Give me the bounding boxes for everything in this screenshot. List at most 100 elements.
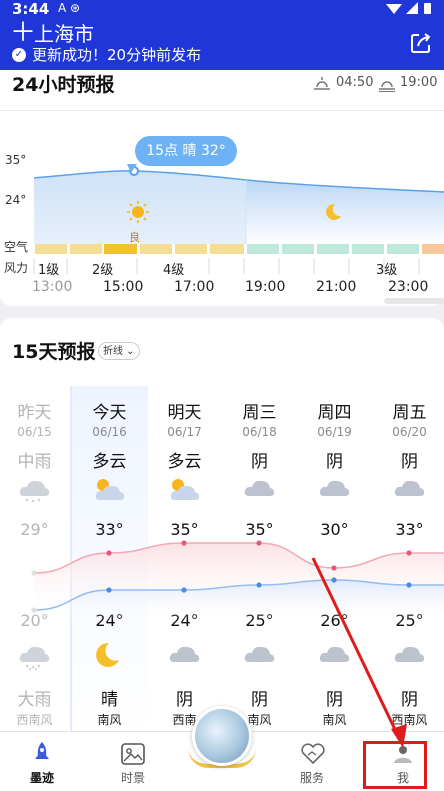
weather-app-screen: 3:44 A ⊛ ＋ 上海市 ✓ 更新成功！20分钟前发布 24小时预报 04:… [0,0,444,791]
day-weather: 阴 [401,452,418,472]
moon-icon [326,203,341,220]
hour-label: 15:00 [103,279,144,295]
rain-cloud-icon [17,474,51,508]
day-weekday: 周四 [317,403,352,423]
cloud-icon [167,640,201,674]
high-temp-point [256,540,262,546]
hour-label: 17:00 [174,279,215,295]
low-temp-point [406,582,412,588]
heart-hands-icon[interactable] [300,743,326,765]
day-weather: 阴 [326,452,343,472]
aqi-tag: 良 [129,231,140,244]
tooltip-tail [127,164,137,173]
center-globe-button[interactable] [192,706,252,766]
hour-label: 13:00 [32,279,73,295]
day-weekday: 昨天 [17,403,52,423]
day-weekday: 周五 [392,403,427,423]
share-icon[interactable] [410,32,432,54]
hourly-title: 24小时预报 [12,74,115,96]
chart-mode-toggle[interactable]: 折线 ⌄ [98,342,140,360]
daily-temperature-chart [31,540,444,620]
night-weather: 阴 [176,690,193,710]
day-weather: 阴 [251,452,268,472]
high-temp-point [331,565,337,571]
status-icons: A ⊛ [58,1,81,15]
wind-level: 2级 [92,263,114,278]
high-temp-point [406,550,412,556]
day-date: 06/16 [92,425,127,439]
sunset-time: 19:00 [400,75,438,90]
cloud-icon [317,640,351,674]
hour-label: 21:00 [316,279,357,295]
rocket-icon[interactable] [33,741,51,765]
day-weather: 多云 [92,452,127,472]
day-wind: 西南风 [391,713,428,727]
nav-service-label[interactable]: 服务 [282,769,342,786]
city-name[interactable]: 上海市 [34,21,94,47]
sunrise-icon [314,77,330,90]
aqi-bar [35,244,444,254]
scroll-indicator [384,298,444,304]
signal-icon [406,2,418,14]
divider [0,110,444,111]
cloud-icon [242,474,276,508]
night-weather: 晴 [101,690,118,710]
add-city-button[interactable]: ＋ [10,18,36,48]
nav-mojing-label[interactable]: 墨迹 [12,769,72,786]
night-weather: 大雨 [17,690,52,710]
heavy-rain-icon [17,640,51,674]
toggle-label: 折线 [103,346,123,357]
image-icon[interactable] [121,743,145,765]
wifi-icon [386,4,402,14]
night-weather: 阴 [326,690,343,710]
day-weekday: 今天 [92,403,127,423]
cloud-icon [317,474,351,508]
day-weather: 多云 [167,452,202,472]
check-icon: ✓ [12,48,26,62]
status-time: 3:44 [12,0,50,18]
wind-level: 1级 [38,263,60,278]
wind-level: 3级 [376,263,398,278]
low-temp-point [256,582,262,588]
low-temp-point [31,607,37,613]
day-wind: 南风 [322,713,347,727]
cloud-icon [392,640,426,674]
partly-cloudy-icon [92,474,126,508]
sunrise-time: 04:50 [336,75,374,90]
status-right-icons [386,2,431,14]
day-wind: 西南风 [16,713,53,727]
high-temp-point [31,570,37,576]
day-wind: 南风 [97,713,122,727]
hour-label: 19:00 [245,279,286,295]
low-temp-point [106,587,112,593]
low-temp-point [331,577,337,583]
day-weekday: 明天 [167,403,202,423]
battery-icon [424,3,431,14]
hourly-tooltip: 15点 晴 32° [135,136,237,166]
day-date: 06/19 [317,425,352,439]
night-weather: 阴 [401,690,418,710]
partly-cloudy-icon [167,474,201,508]
day-date: 06/18 [242,425,277,439]
day-weekday: 周三 [242,403,277,423]
sun-icon [127,201,149,223]
moon-icon [92,640,122,674]
chevron-down-icon: ⌄ [123,346,135,357]
night-weather: 阴 [251,690,268,710]
low-temp-point [181,587,187,593]
high-temp-point [106,550,112,556]
nav-shijing-label[interactable]: 时景 [103,769,163,786]
cloud-icon [392,474,426,508]
sunset-icon [379,81,395,92]
day-date: 06/20 [392,425,427,439]
daily-title: 15天预报 [12,341,96,363]
high-temp-point [181,540,187,546]
cloud-icon [242,640,276,674]
hour-label: 23:00 [388,279,429,295]
day-date: 06/17 [167,425,202,439]
day-weather: 中雨 [17,452,52,472]
update-status: 更新成功！20分钟前发布 [32,46,202,64]
wind-level: 4级 [163,263,185,278]
day-date: 06/15 [17,425,52,439]
highlight-box [363,741,427,789]
